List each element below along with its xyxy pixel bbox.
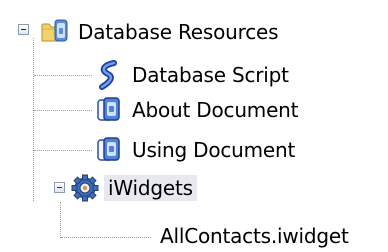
tree-connector (34, 110, 92, 111)
tree-item-label: About Document (132, 98, 299, 122)
tree-item-label: iWidgets (104, 175, 197, 201)
document-icon (94, 135, 124, 165)
tree-item-about-document[interactable]: About Document (94, 94, 302, 126)
tree-connector (34, 75, 92, 76)
tree-item-allcontacts-iwidget[interactable]: AllContacts.iwidget (156, 220, 353, 252)
resource-tree: Database Resources Database Script About… (0, 0, 388, 252)
tree-item-label: Database Script (132, 63, 289, 87)
folder-database-icon (40, 17, 70, 47)
document-icon (94, 95, 124, 125)
gear-widget-icon (70, 173, 100, 203)
tree-item-label: AllContacts.iwidget (160, 224, 349, 248)
tree-item-using-document[interactable]: Using Document (94, 134, 299, 166)
tree-connector (34, 150, 92, 151)
tree-connector (61, 237, 151, 238)
tree-item-iwidgets[interactable]: iWidgets (70, 172, 197, 204)
collapse-toggle-database-resources[interactable] (18, 24, 29, 35)
database-script-icon (94, 60, 124, 90)
tree-connector (60, 202, 61, 238)
tree-item-label: Using Document (132, 138, 296, 162)
collapse-toggle-iwidgets[interactable] (54, 182, 65, 193)
tree-item-database-resources[interactable]: Database Resources (40, 16, 282, 48)
tree-item-database-script[interactable]: Database Script (94, 59, 293, 91)
tree-connector (33, 38, 34, 201)
tree-item-label: Database Resources (78, 20, 279, 44)
